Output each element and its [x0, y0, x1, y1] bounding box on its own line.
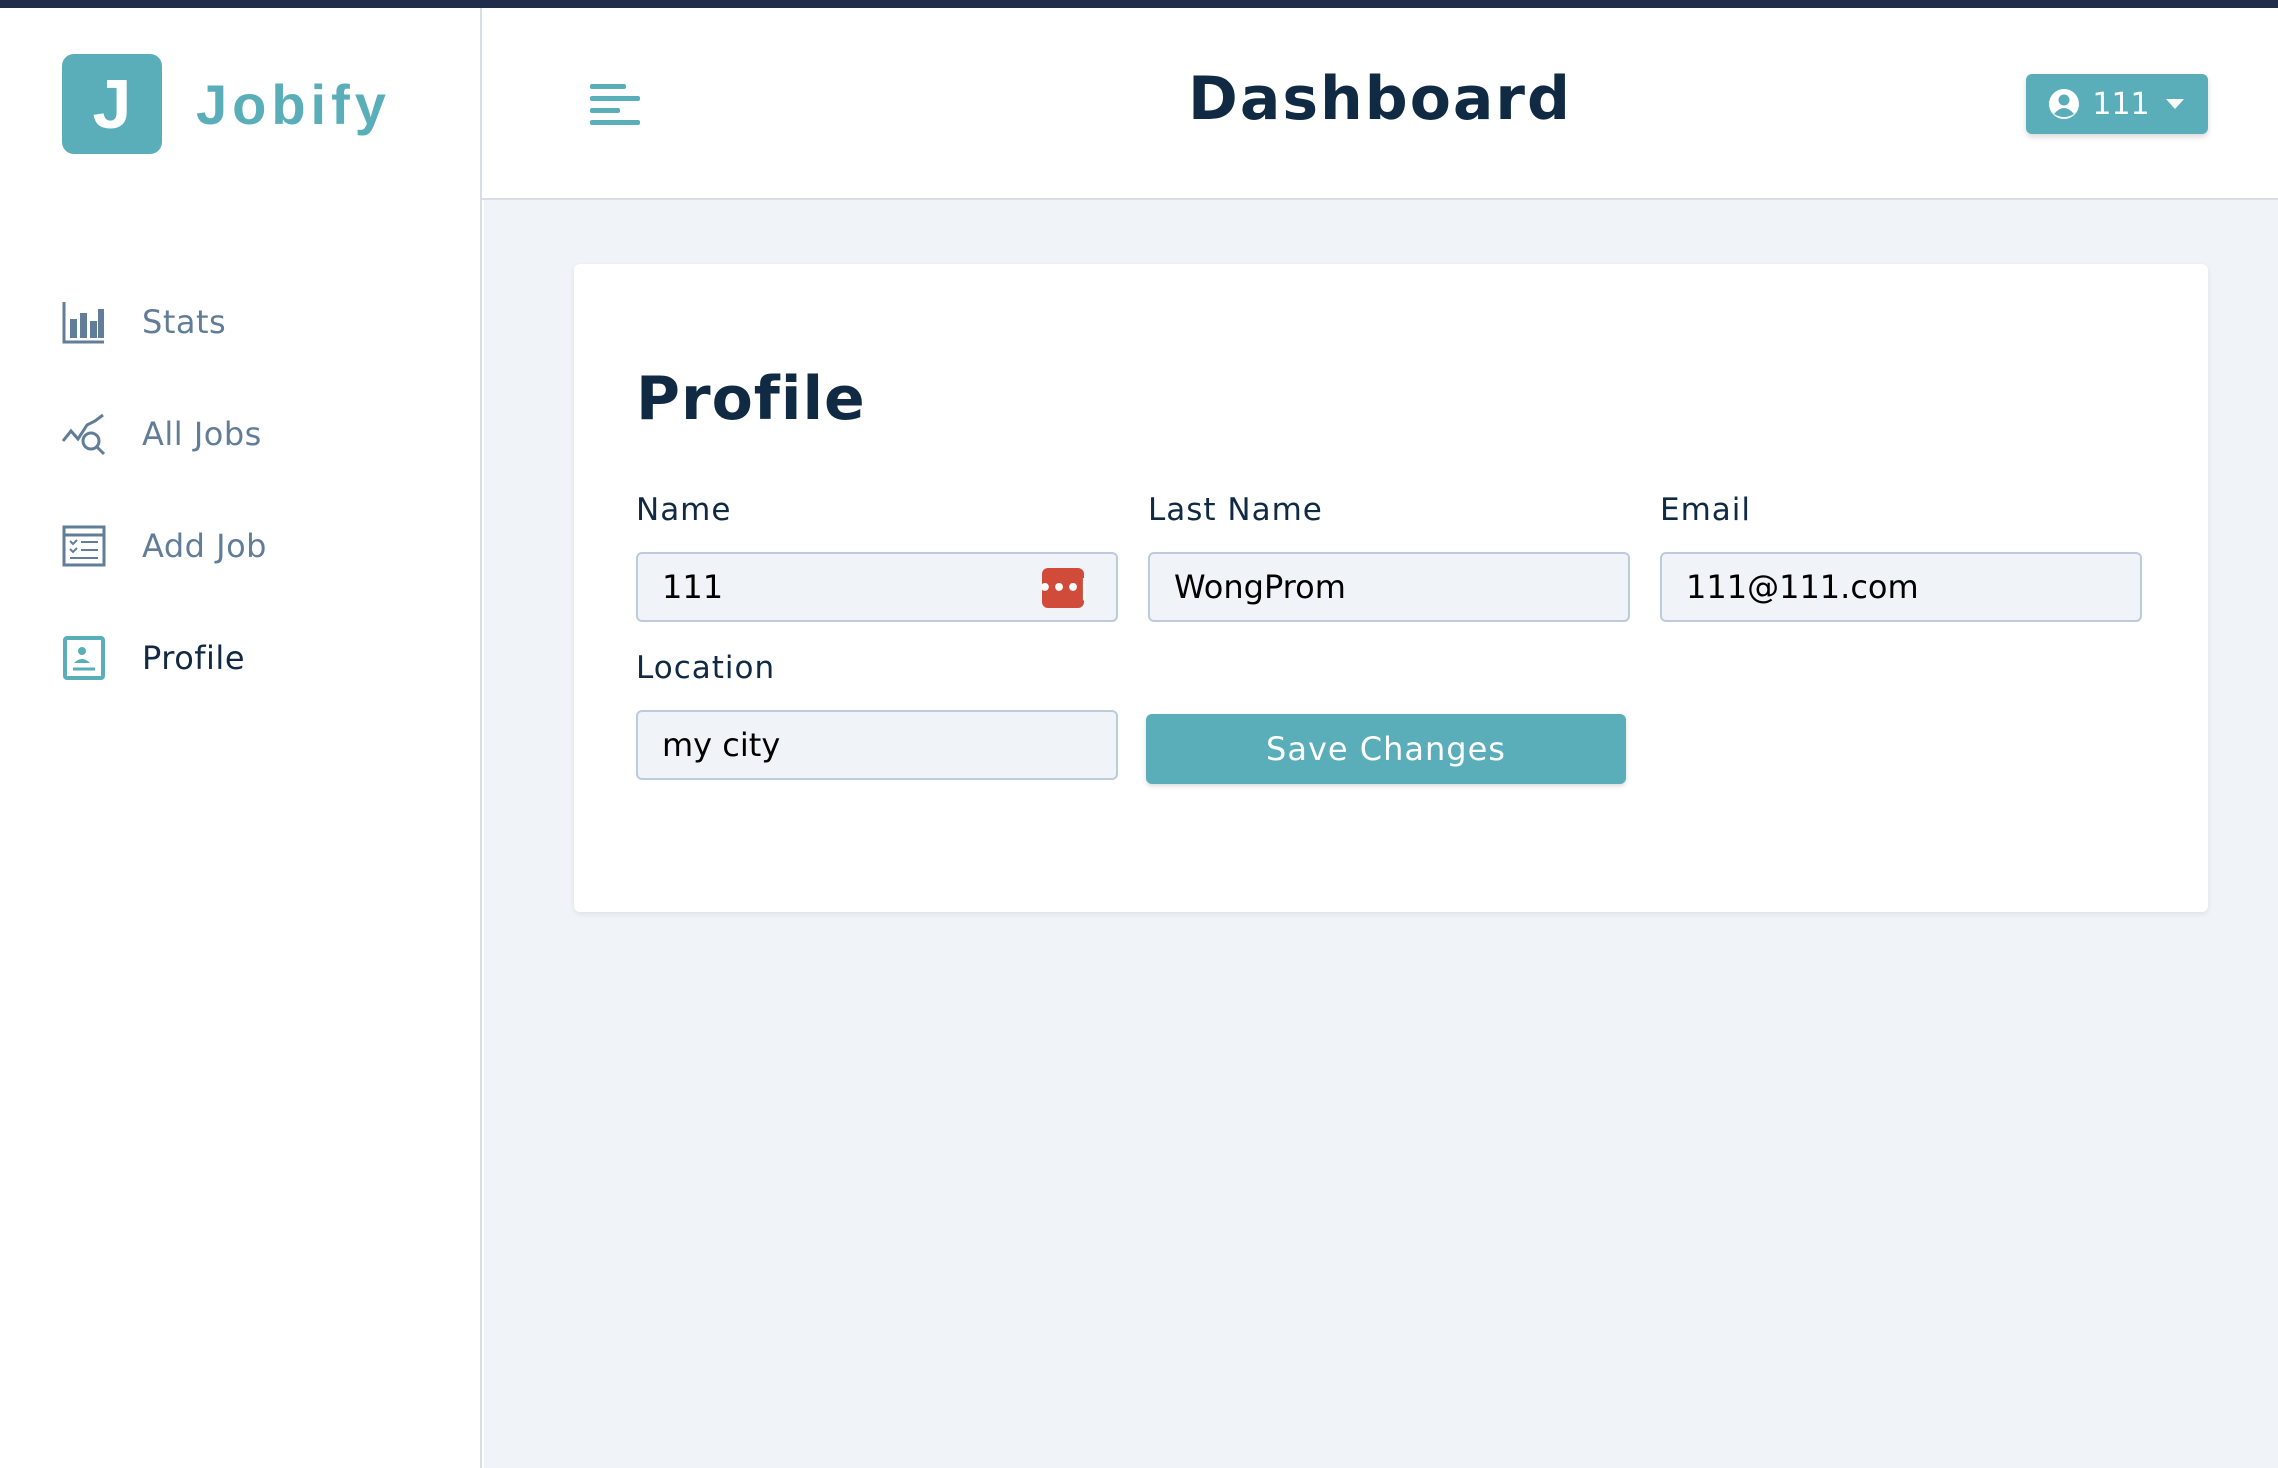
location-field-group: Location my city [636, 650, 1118, 780]
email-value: 111@111.com [1686, 568, 1919, 606]
top-accent-bar [0, 0, 2278, 8]
sidebar-item-stats[interactable]: Stats [60, 266, 267, 378]
sidebar-item-add-job[interactable]: Add Job [60, 490, 267, 602]
sidebar-item-label: Profile [142, 639, 245, 677]
last-name-label: Last Name [1148, 492, 1323, 528]
bar-chart-icon [60, 298, 108, 346]
email-field-group: Email 111@111.com [1660, 492, 2142, 622]
sidebar-nav: Stats All Jobs Add Job Profile [60, 266, 267, 714]
save-changes-button[interactable]: Save Changes [1146, 714, 1626, 784]
location-label: Location [636, 650, 776, 686]
name-value: 111 [662, 568, 724, 606]
user-name: 111 [2092, 86, 2150, 122]
sidebar-item-label: Add Job [142, 527, 267, 565]
user-circle-icon [2049, 89, 2080, 119]
top-header: Dashboard 111 [482, 8, 2278, 200]
sidebar-item-all-jobs[interactable]: All Jobs [60, 378, 267, 490]
sidebar-item-profile[interactable]: Profile [60, 602, 267, 714]
caret-down-icon [2165, 99, 2184, 109]
form-icon [60, 522, 108, 570]
name-field-group: Name 111 •••| [636, 492, 1118, 622]
email-label: Email [1660, 492, 1752, 528]
last-name-input[interactable]: WongProm [1148, 552, 1630, 622]
logo-mark: J [62, 54, 162, 154]
last-name-value: WongProm [1174, 568, 1346, 606]
sidebar-item-label: Stats [142, 303, 227, 341]
main-content: Profile Name 111 •••| Last Name WongProm… [484, 200, 2278, 1468]
brand-name: Jobify [196, 72, 391, 136]
sidebar-item-label: All Jobs [142, 415, 262, 453]
id-badge-icon [60, 634, 108, 682]
user-menu-button[interactable]: 111 [2026, 74, 2208, 134]
password-manager-icon[interactable]: •••| [1038, 568, 1088, 608]
page-title: Dashboard [1188, 64, 1572, 134]
name-label: Name [636, 492, 732, 528]
form-title: Profile [636, 364, 866, 434]
brand-logo[interactable]: J Jobify [62, 54, 391, 154]
sidebar: J Jobify Stats All Jobs Add Job Profile [0, 8, 482, 1468]
profile-form-card: Profile Name 111 •••| Last Name WongProm… [574, 264, 2208, 912]
location-input[interactable]: my city [636, 710, 1118, 780]
chart-search-icon [60, 410, 108, 458]
name-input[interactable]: 111 •••| [636, 552, 1118, 622]
last-name-field-group: Last Name WongProm [1148, 492, 1630, 622]
email-input[interactable]: 111@111.com [1660, 552, 2142, 622]
location-value: my city [662, 726, 781, 764]
